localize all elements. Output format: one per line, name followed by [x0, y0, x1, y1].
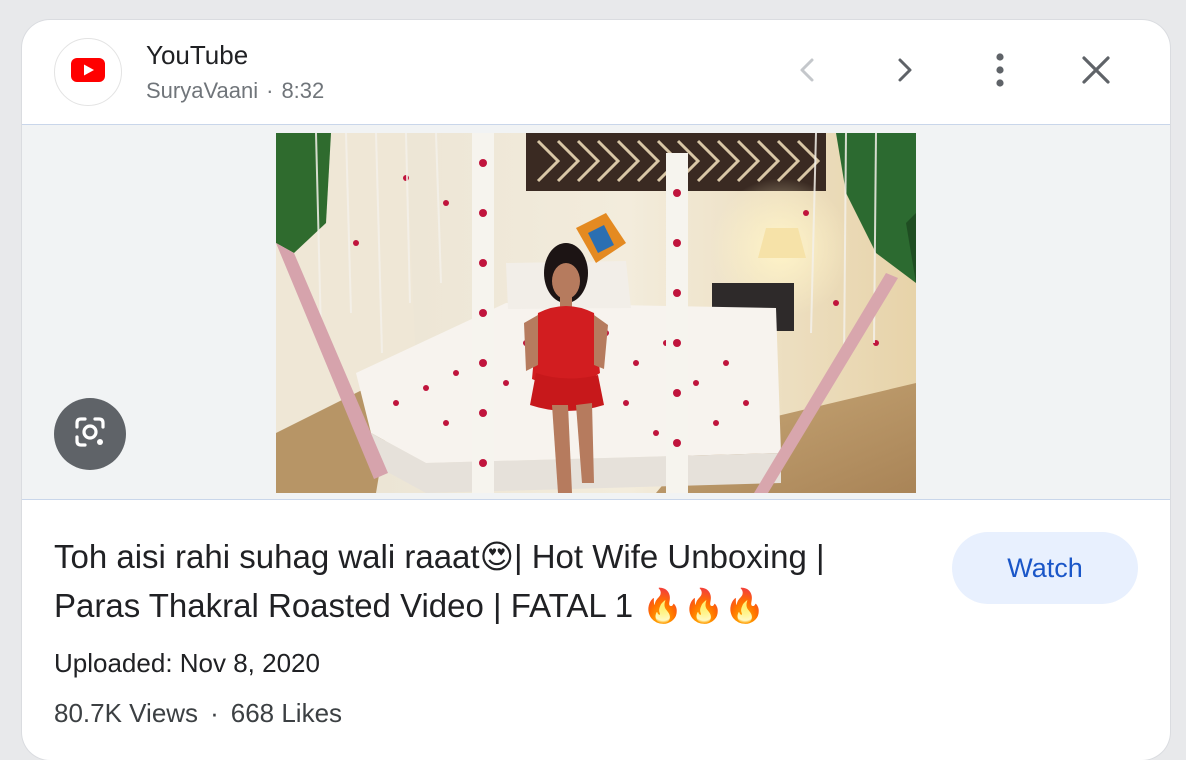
source-name: YouTube	[146, 40, 249, 70]
stats-separator: ·	[210, 698, 219, 728]
chevron-right-icon	[890, 56, 918, 89]
upload-date: Uploaded: Nov 8, 2020	[54, 648, 320, 678]
result-card: YouTube SuryaVaani · 8:32 Toh aisi rahi …	[22, 20, 1170, 760]
youtube-logo-icon	[71, 57, 105, 87]
lens-search-button[interactable]	[54, 398, 126, 470]
video-title[interactable]: Toh aisi rahi suhag wali raaat😍| Hot Wif…	[54, 532, 914, 630]
channel-name: SuryaVaani	[146, 78, 259, 103]
close-button[interactable]	[1070, 46, 1122, 98]
video-stats: 80.7K Views · 668 Likes	[54, 698, 342, 729]
video-duration: 8:32	[281, 78, 325, 103]
close-icon	[1081, 55, 1111, 90]
like-count: 668 Likes	[230, 698, 343, 728]
source-logo[interactable]	[54, 38, 122, 106]
meta-separator: ·	[266, 78, 274, 103]
watch-button[interactable]: Watch	[952, 532, 1138, 604]
google-lens-icon	[71, 413, 109, 456]
chevron-left-icon	[794, 56, 822, 89]
video-thumbnail[interactable]	[276, 133, 916, 493]
more-vert-icon	[994, 52, 1006, 93]
source-meta: SuryaVaani · 8:32	[146, 78, 324, 104]
media-area	[22, 124, 1170, 500]
card-header: YouTube SuryaVaani · 8:32	[22, 20, 1170, 124]
previous-button[interactable]	[782, 46, 834, 98]
view-count: 80.7K Views	[54, 698, 199, 728]
next-button[interactable]	[878, 46, 930, 98]
more-options-button[interactable]	[974, 46, 1026, 98]
